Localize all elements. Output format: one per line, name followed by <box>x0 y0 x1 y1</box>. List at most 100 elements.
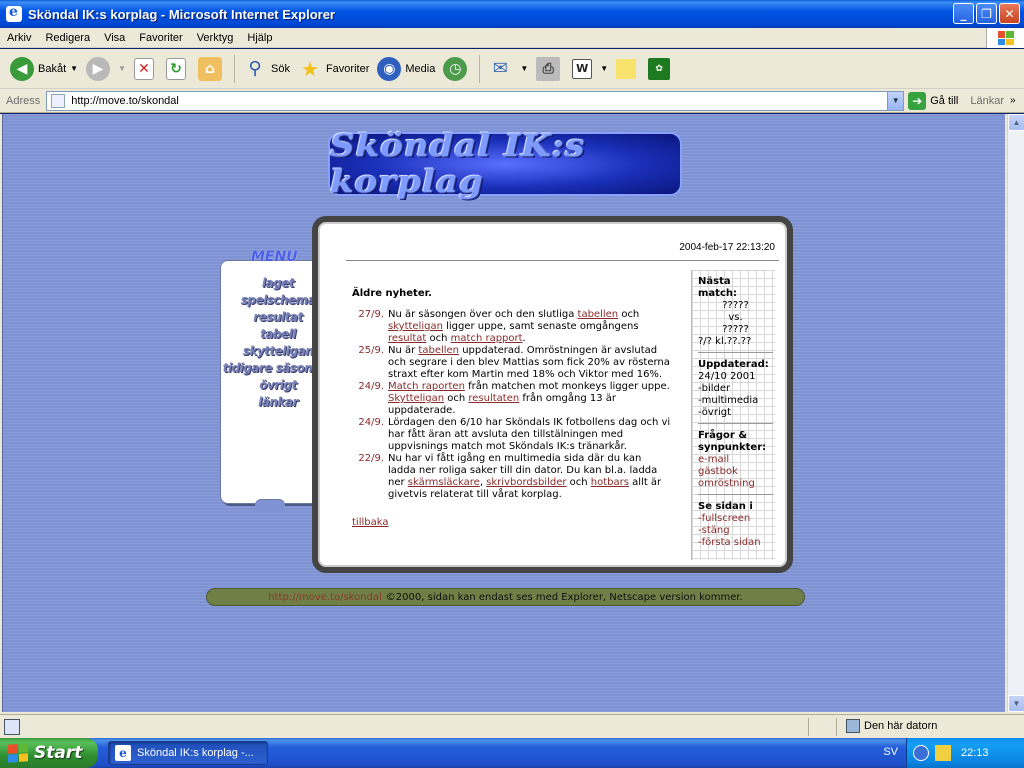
scroll-down-icon[interactable]: ▼ <box>1008 695 1024 712</box>
media-button[interactable]: ◉ Media <box>373 52 439 86</box>
updated-item: -bilder <box>698 383 731 394</box>
link-omrostning[interactable]: omröstning <box>698 478 773 490</box>
start-button[interactable]: Start <box>0 738 98 768</box>
restore-button[interactable]: ❐ <box>976 3 997 24</box>
address-dropdown-icon[interactable]: ▼ <box>887 91 904 110</box>
updated-section: Uppdaterad: 24/10 2001 -bilder -multimed… <box>698 359 773 424</box>
questions-label: Frågor & synpunkter: <box>698 430 767 453</box>
word-edit-icon: W <box>572 58 593 79</box>
link-skytteligan[interactable]: skytteligan <box>388 321 443 332</box>
tray-back-icon[interactable] <box>913 745 929 761</box>
menu-arkiv[interactable]: Arkiv <box>0 32 38 44</box>
edit-button[interactable]: W ▼ <box>568 52 612 86</box>
language-indicator[interactable]: SV <box>883 746 898 758</box>
home-button[interactable]: ⌂ <box>194 52 230 86</box>
news-list: Äldre nyheter. 27/9. Nu är säsongen över… <box>352 288 672 528</box>
star-icon: ★ <box>300 56 319 81</box>
scroll-up-icon[interactable]: ▲ <box>1008 114 1024 131</box>
timestamp: 2004-feb-17 22:13:20 <box>679 242 775 253</box>
banner-title: Sköndal IK:s korplag <box>330 128 586 200</box>
forward-button[interactable]: ▶ ▼ <box>82 52 130 86</box>
news-item: 25/9. Nu är tabellen uppdaterad. Omröstn… <box>352 345 672 381</box>
link-stang[interactable]: -stäng <box>698 525 773 537</box>
link-match-raporten[interactable]: Match raporten <box>388 381 465 392</box>
link-resultat[interactable]: resultat <box>388 333 426 344</box>
footer-url[interactable]: http://move.to/skondal <box>268 592 382 603</box>
dropdown-arrow-icon[interactable]: ▼ <box>600 64 608 73</box>
messenger-button[interactable]: ✿ <box>644 52 678 86</box>
notes-button[interactable] <box>612 52 644 86</box>
back-button[interactable]: ◀ Bakåt ▼ <box>6 52 82 86</box>
mail-icon: ✉ <box>492 58 508 79</box>
menu-redigera[interactable]: Redigera <box>38 32 97 44</box>
news-heading: Äldre nyheter. <box>352 288 432 299</box>
menu-verktyg[interactable]: Verktyg <box>190 32 241 44</box>
news-item: 24/9. Lördagen den 6/10 har Sköndals IK … <box>352 417 672 453</box>
status-divider <box>808 718 809 736</box>
news-text: Nu är tabellen uppdaterad. Omröstningen … <box>388 345 670 380</box>
page-status-icon <box>4 718 20 735</box>
home-icon: ⌂ <box>197 56 222 81</box>
notes-icon <box>616 58 637 79</box>
back-link[interactable]: tillbaka <box>352 517 672 528</box>
vertical-scrollbar[interactable]: ▲ ▼ <box>1007 114 1024 712</box>
news-date: 24/9. <box>358 417 384 428</box>
stop-button[interactable]: ✕ <box>130 52 162 86</box>
menu-favoriter[interactable]: Favoriter <box>132 32 189 44</box>
dropdown-arrow-icon[interactable]: ▼ <box>118 64 126 73</box>
print-button[interactable]: ⎙ <box>532 52 568 86</box>
menu-visa[interactable]: Visa <box>97 32 132 44</box>
window-titlebar[interactable]: Sköndal IK:s korplag - Microsoft Interne… <box>0 0 1024 28</box>
links-button[interactable]: Länkar <box>970 95 1004 107</box>
status-divider <box>836 718 837 736</box>
link-email[interactable]: e-mail <box>698 454 773 466</box>
window-title: Sköndal IK:s korplag - Microsoft Interne… <box>28 6 335 22</box>
news-date: 24/9. <box>358 381 384 392</box>
minimize-button[interactable]: _ <box>953 3 974 24</box>
info-sidebar: Nästa match: ????? vs. ????? ?/? kl.??.?… <box>691 270 775 560</box>
history-button[interactable]: ◷ <box>439 52 475 86</box>
link-skarmslackare[interactable]: skärmsläckare <box>408 477 480 488</box>
menu-hjalp[interactable]: Hjälp <box>240 32 279 44</box>
taskbar-item-ie[interactable]: e Sköndal IK:s korplag -... <box>108 741 268 765</box>
site-footer: http://move.to/skondal ©2000, sidan kan … <box>206 588 805 606</box>
clock[interactable]: 22:13 <box>961 747 989 759</box>
link-resultaten[interactable]: resultaten <box>468 393 519 404</box>
favorites-label: Favoriter <box>325 62 370 75</box>
news-date: 25/9. <box>358 345 384 356</box>
refresh-button[interactable]: ↻ <box>162 52 194 86</box>
link-hotbars[interactable]: hotbars <box>591 477 629 488</box>
link-match-rapport[interactable]: match rapport <box>451 333 523 344</box>
system-tray: 22:13 <box>906 738 1024 768</box>
address-input[interactable]: http://move.to/skondal ▼ <box>46 90 905 111</box>
dropdown-arrow-icon[interactable]: ▼ <box>520 64 528 73</box>
history-icon: ◷ <box>443 56 468 81</box>
link-gastbok[interactable]: gästbok <box>698 466 773 478</box>
news-text: Lördagen den 6/10 har Sköndals IK fotbol… <box>388 417 671 452</box>
link-tabellen[interactable]: tabellen <box>578 309 619 320</box>
news-item: 24/9. Match raporten från matchen mot mo… <box>352 381 672 417</box>
link-skytteligan[interactable]: Skytteligan <box>388 393 444 404</box>
link-fullscreen[interactable]: -fullscreen <box>698 513 773 525</box>
dropdown-arrow-icon[interactable]: ▼ <box>70 64 78 73</box>
tray-warning-icon[interactable] <box>935 745 951 761</box>
back-arrow-icon: ◀ <box>10 56 34 81</box>
search-button[interactable]: ⚲ Sök <box>239 52 294 86</box>
web-page: Sköndal IK:s korplag MENU laget spelsche… <box>2 114 1005 712</box>
search-label: Sök <box>270 62 290 75</box>
news-text: Nu har vi fått igång en multimedia sida … <box>388 453 662 500</box>
computer-icon <box>846 719 860 733</box>
favorites-button[interactable]: ★ Favoriter <box>294 52 373 86</box>
mail-button[interactable]: ✉ ▼ <box>484 52 532 86</box>
next-match-home: ????? <box>722 300 749 311</box>
toolbar: ◀ Bakåt ▼ ▶ ▼ ✕ ↻ ⌂ ⚲ Sök ★ Favoriter ◉ … <box>0 49 1024 89</box>
link-skrivbordsbilder[interactable]: skrivbordsbilder <box>486 477 566 488</box>
go-button[interactable]: ➔ Gå till <box>908 91 958 110</box>
chevron-right-icon[interactable]: » <box>1010 95 1016 106</box>
toolbar-separator <box>233 54 235 83</box>
close-button[interactable]: ✕ <box>999 3 1020 24</box>
address-url[interactable]: http://move.to/skondal <box>71 95 179 107</box>
next-match-time: ?/? kl.??.?? <box>698 336 752 347</box>
link-tabellen[interactable]: tabellen <box>418 345 459 356</box>
link-forsta-sidan[interactable]: -första sidan <box>698 537 773 549</box>
